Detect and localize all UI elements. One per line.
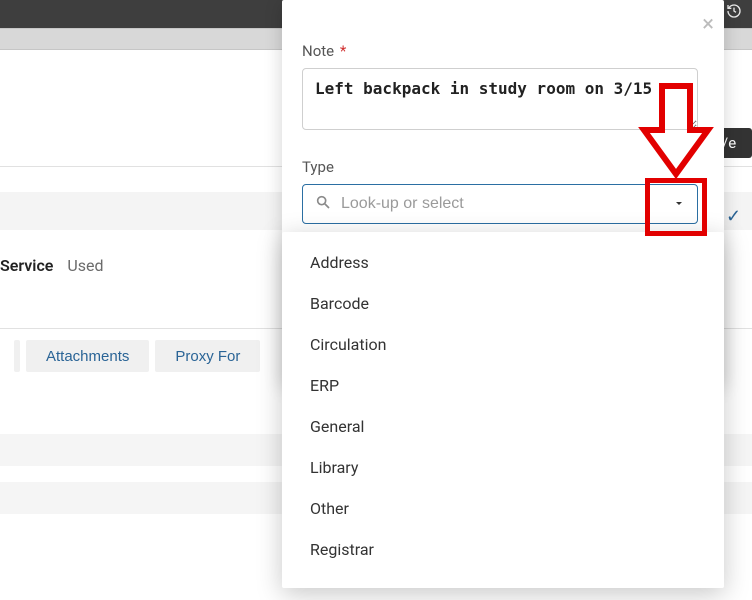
save-button-fragment: /e	[722, 134, 736, 152]
close-icon[interactable]: ×	[702, 14, 714, 36]
chevron-down-icon[interactable]	[673, 195, 685, 214]
note-textarea[interactable]	[302, 68, 698, 130]
tab-proxy-for[interactable]: Proxy For	[155, 340, 260, 372]
type-dropdown: Address Barcode Circulation ERP General …	[282, 232, 724, 588]
type-option-address[interactable]: Address	[282, 242, 724, 283]
type-option-registrar[interactable]: Registrar	[282, 529, 724, 570]
type-option-barcode[interactable]: Barcode	[282, 283, 724, 324]
service-value: Used	[67, 256, 103, 275]
history-icon[interactable]	[726, 3, 742, 23]
required-mark: *	[340, 42, 346, 60]
note-label: Note *	[302, 42, 698, 60]
type-option-general[interactable]: General	[282, 406, 724, 447]
search-icon	[315, 194, 331, 214]
tabs-row: Attachments Proxy For	[14, 340, 260, 372]
type-option-library[interactable]: Library	[282, 447, 724, 488]
type-option-erp[interactable]: ERP	[282, 365, 724, 406]
type-option-circulation[interactable]: Circulation	[282, 324, 724, 365]
type-label: Type	[302, 158, 698, 176]
tab-spacer	[14, 340, 20, 372]
check-icon: ✓	[726, 206, 741, 227]
service-row: Service Used	[0, 256, 104, 275]
tab-attachments[interactable]: Attachments	[26, 340, 149, 372]
service-label: Service	[0, 256, 53, 275]
note-label-text: Note	[302, 42, 334, 60]
type-input[interactable]	[341, 195, 697, 213]
type-combo[interactable]	[302, 184, 698, 224]
type-option-other[interactable]: Other	[282, 488, 724, 529]
